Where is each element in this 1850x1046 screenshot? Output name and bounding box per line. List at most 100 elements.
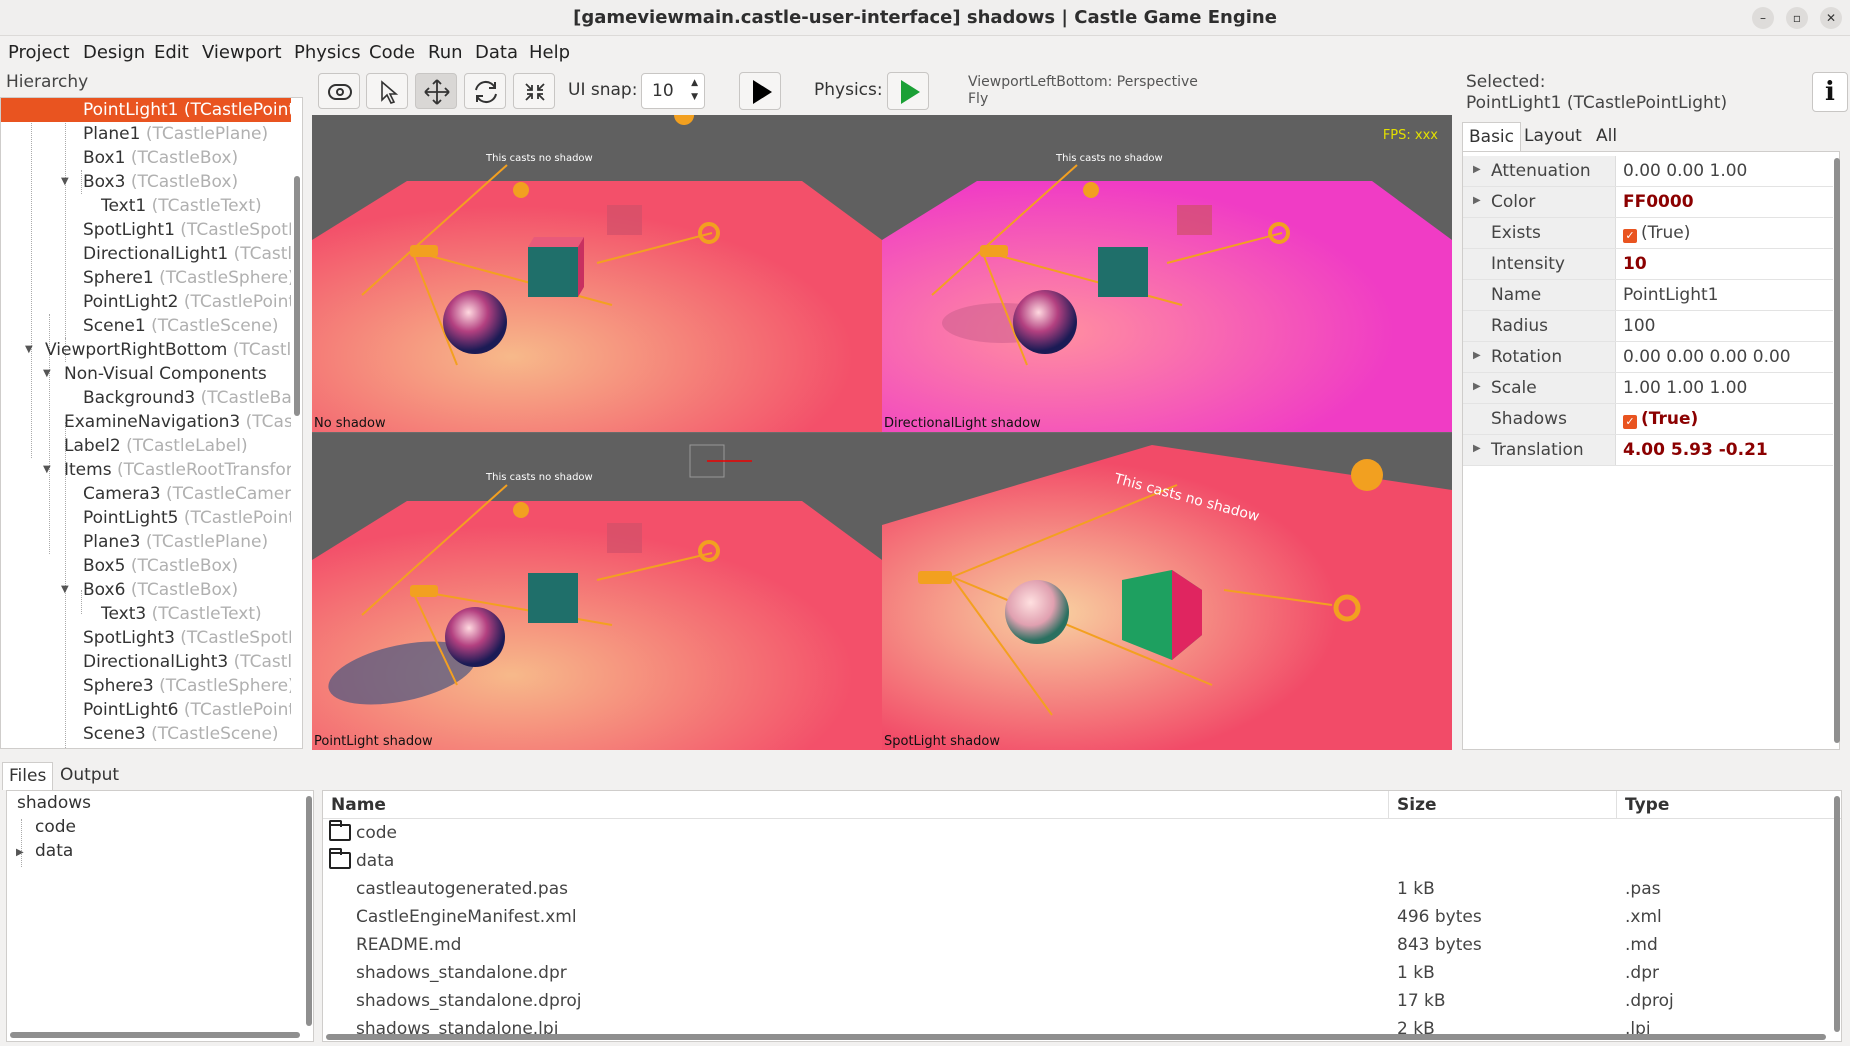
tab-basic[interactable]: Basic — [1462, 122, 1522, 152]
hierarchy-item-sphere3[interactable]: Sphere3 (TCastleSphere) — [1, 674, 291, 698]
property-row-name[interactable]: Name PointLight1 — [1463, 280, 1833, 311]
tab-layout[interactable]: Layout — [1518, 122, 1588, 152]
property-row-color[interactable]: ▶ Color FF0000 — [1463, 187, 1833, 218]
property-row-radius[interactable]: Radius 100 — [1463, 311, 1833, 342]
property-row-exists[interactable]: Exists ✓ (True) — [1463, 218, 1833, 249]
property-value[interactable]: 10 — [1623, 254, 1647, 274]
tab-all[interactable]: All — [1590, 122, 1623, 152]
hierarchy-item-scene1[interactable]: Scene1 (TCastleScene) — [1, 314, 291, 338]
expand-triangle-icon[interactable]: ▼ — [61, 578, 69, 602]
menu-run[interactable]: Run — [428, 42, 463, 63]
interact-mode-button[interactable] — [318, 73, 360, 109]
hierarchy-item-pointlight5[interactable]: PointLight5 (TCastlePointLight) — [1, 506, 291, 530]
file-row[interactable]: data — [323, 847, 1823, 875]
rotate-mode-button[interactable] — [464, 73, 506, 109]
hierarchy-item-box5[interactable]: Box5 (TCastleBox) — [1, 554, 291, 578]
file-row[interactable]: README.md 843 bytes .md — [323, 931, 1823, 959]
files-tree-vscrollbar[interactable] — [306, 796, 312, 1026]
hierarchy-item-pointlight2[interactable]: PointLight2 (TCastlePointLight) — [1, 290, 291, 314]
hierarchy-item-pointlight6[interactable]: PointLight6 (TCastlePointLight) — [1, 698, 291, 722]
hierarchy-item-sphere1[interactable]: Sphere1 (TCastleSphere) — [1, 266, 291, 290]
hierarchy-tree[interactable]: PointLight1 (TCastlePointLight) Plane1 (… — [0, 97, 303, 749]
property-row-rotation[interactable]: ▶ Rotation 0.00 0.00 0.00 0.00 — [1463, 342, 1833, 373]
hierarchy-item-spotlight3[interactable]: SpotLight3 (TCastleSpotLight) — [1, 626, 291, 650]
property-row-intensity[interactable]: Intensity 10 — [1463, 249, 1833, 280]
hierarchy-item-items[interactable]: ▼ Items (TCastleRootTransform) — [1, 458, 291, 482]
menu-project[interactable]: Project — [8, 42, 70, 63]
info-button[interactable]: i — [1812, 72, 1848, 112]
menu-viewport[interactable]: Viewport — [202, 42, 282, 63]
hierarchy-item-text3[interactable]: Text3 (TCastleText) — [1, 602, 291, 626]
property-value[interactable]: FF0000 — [1623, 192, 1694, 212]
tab-files[interactable]: Files — [2, 762, 54, 790]
property-value[interactable]: PointLight1 — [1623, 285, 1718, 305]
tab-output[interactable]: Output — [54, 762, 125, 790]
hierarchy-item-box6[interactable]: ▼ Box6 (TCastleBox) — [1, 578, 291, 602]
checkbox-checked-icon[interactable]: ✓ — [1623, 229, 1637, 243]
file-row[interactable]: shadows_standalone.dpr 1 kB .dpr — [323, 959, 1823, 987]
close-button[interactable]: ✕ — [1820, 7, 1842, 29]
files-list[interactable]: Name Size Type code data castleautogener… — [322, 790, 1842, 1042]
spin-arrows-icon[interactable]: ▲ ▼ — [691, 76, 698, 104]
hierarchy-item-label2[interactable]: Label2 (TCastleLabel) — [1, 434, 291, 458]
hierarchy-item-box1[interactable]: Box1 (TCastleBox) — [1, 146, 291, 170]
file-row[interactable]: shadows_standalone.dproj 17 kB .dproj — [323, 987, 1823, 1015]
hierarchy-item-plane1[interactable]: Plane1 (TCastlePlane) — [1, 122, 291, 146]
property-row-scale[interactable]: ▶ Scale 1.00 1.00 1.00 — [1463, 373, 1833, 404]
menu-physics[interactable]: Physics — [294, 42, 361, 63]
file-row[interactable]: code — [323, 819, 1823, 847]
select-mode-button[interactable] — [366, 73, 408, 109]
property-value[interactable]: 0.00 0.00 1.00 — [1623, 161, 1747, 181]
property-row-shadows[interactable]: Shadows ✓ (True) — [1463, 404, 1833, 435]
hierarchy-item-scene3[interactable]: Scene3 (TCastleScene) — [1, 722, 291, 746]
property-value[interactable]: 1.00 1.00 1.00 — [1623, 378, 1747, 398]
expand-triangle-icon[interactable]: ▼ — [43, 362, 51, 386]
inspector-scrollbar[interactable] — [1834, 158, 1840, 743]
hierarchy-item-examinenavigation3[interactable]: ExamineNavigation3 (TCastleExamineNaviga… — [1, 410, 291, 434]
property-value[interactable]: 100 — [1623, 316, 1655, 336]
checkbox-checked-icon[interactable]: ✓ — [1623, 415, 1637, 429]
property-value[interactable]: 0.00 0.00 0.00 0.00 — [1623, 347, 1791, 367]
hierarchy-item-viewportrightbottom[interactable]: ▼ ViewportRightBottom (TCastleViewport) — [1, 338, 291, 362]
files-tree[interactable]: shadows code ▶ data — [6, 790, 314, 1042]
expand-triangle-icon[interactable]: ▶ — [1473, 350, 1481, 361]
property-row-translation[interactable]: ▶ Translation 4.00 5.93 -0.21 — [1463, 435, 1833, 466]
expand-triangle-icon[interactable]: ▶ — [1473, 443, 1481, 454]
expand-triangle-icon[interactable]: ▶ — [1473, 195, 1481, 206]
menu-code[interactable]: Code — [369, 42, 415, 63]
expand-triangle-icon[interactable]: ▼ — [25, 338, 33, 362]
ui-snap-spinbox[interactable]: 10 ▲ ▼ — [641, 73, 705, 109]
hierarchy-item-background3[interactable]: Background3 (TCastleBackground) — [1, 386, 291, 410]
property-row-attenuation[interactable]: ▶ Attenuation 0.00 0.00 1.00 — [1463, 156, 1833, 187]
files-vscrollbar[interactable] — [1834, 796, 1840, 1032]
expand-triangle-icon[interactable]: ▶ — [16, 847, 24, 858]
play-button[interactable] — [739, 72, 781, 110]
maximize-button[interactable]: ▫ — [1786, 7, 1808, 29]
expand-triangle-icon[interactable]: ▼ — [61, 170, 69, 194]
hierarchy-scrollbar[interactable] — [294, 176, 300, 416]
file-row[interactable]: castleautogenerated.pas 1 kB .pas — [323, 875, 1823, 903]
tree-item-shadows[interactable]: shadows — [17, 793, 91, 813]
expand-triangle-icon[interactable]: ▶ — [1473, 164, 1481, 175]
hierarchy-item-pointlight1[interactable]: PointLight1 (TCastlePointLight) — [1, 98, 291, 122]
hierarchy-item-spotlight1[interactable]: SpotLight1 (TCastleSpotLight) — [1, 218, 291, 242]
scale-mode-button[interactable] — [513, 73, 555, 109]
property-value[interactable]: 4.00 5.93 -0.21 — [1623, 440, 1768, 460]
column-header-name[interactable]: Name — [323, 791, 1389, 819]
hierarchy-item-camera3[interactable]: Camera3 (TCastleCamera) — [1, 482, 291, 506]
menu-edit[interactable]: Edit — [154, 42, 189, 63]
column-header-size[interactable]: Size — [1389, 791, 1617, 819]
file-row[interactable]: CastleEngineManifest.xml 496 bytes .xml — [323, 903, 1823, 931]
tree-item-code[interactable]: code — [35, 817, 76, 837]
menu-data[interactable]: Data — [475, 42, 518, 63]
physics-play-button[interactable] — [887, 72, 929, 110]
hierarchy-item-box3[interactable]: ▼ Box3 (TCastleBox) — [1, 170, 291, 194]
hierarchy-item-directionallight1[interactable]: DirectionalLight1 (TCastleDirectionalLig… — [1, 242, 291, 266]
expand-triangle-icon[interactable]: ▼ — [43, 458, 51, 482]
hierarchy-item-directionallight3[interactable]: DirectionalLight3 (TCastleDirectionalLig… — [1, 650, 291, 674]
files-tree-hscrollbar[interactable] — [10, 1032, 300, 1038]
hierarchy-item-text1[interactable]: Text1 (TCastleText) — [1, 194, 291, 218]
menu-design[interactable]: Design — [83, 42, 145, 63]
hierarchy-item-non-visual-components[interactable]: ▼ Non-Visual Components — [1, 362, 291, 386]
tree-item-data[interactable]: data — [35, 841, 73, 861]
